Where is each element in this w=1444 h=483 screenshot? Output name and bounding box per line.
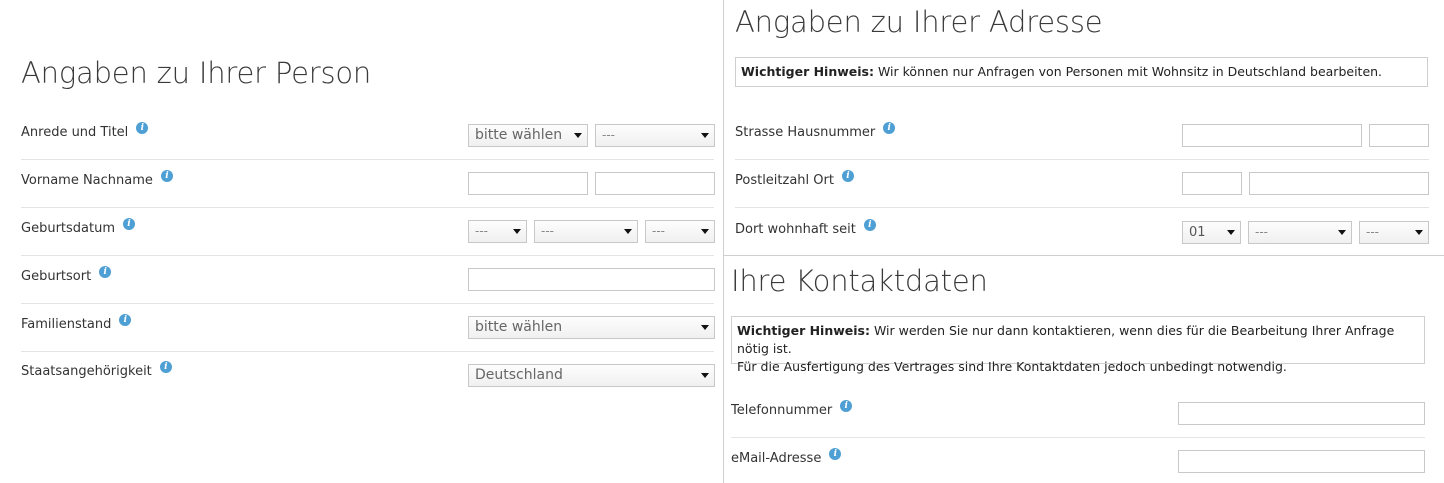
info-icon[interactable]: i <box>160 170 173 182</box>
plz-ort-label: Postleitzahl Ort i <box>735 170 854 188</box>
email-input[interactable] <box>1178 450 1425 473</box>
info-icon[interactable]: i <box>159 361 172 373</box>
info-icon[interactable]: i <box>136 122 149 134</box>
chevron-down-icon <box>701 133 709 138</box>
seit-monat-select[interactable]: --- <box>1248 221 1352 244</box>
wohnhaft-seit-row: Dort wohnhaft seit i 01 --- --- <box>735 208 1429 256</box>
ort-input[interactable] <box>1249 172 1429 195</box>
chevron-down-icon <box>701 325 709 330</box>
familienstand-select[interactable]: bitte wählen <box>468 316 715 339</box>
nachname-input[interactable] <box>595 172 715 195</box>
seit-tag-select[interactable]: 01 <box>1182 221 1241 244</box>
address-notice: Wichtiger Hinweis: Wir können nur Anfrag… <box>735 57 1428 87</box>
geburtsdatum-row: Geburtsdatum i --- --- --- <box>21 208 715 256</box>
strasse-row: Strasse Hausnummer i <box>735 112 1429 160</box>
geburtsort-label: Geburtsort i <box>21 266 112 284</box>
hausnummer-input[interactable] <box>1369 124 1429 147</box>
name-label: Vorname Nachname i <box>21 170 173 188</box>
chevron-down-icon <box>513 229 521 234</box>
info-icon[interactable]: i <box>840 400 853 412</box>
telefon-input[interactable] <box>1178 402 1425 425</box>
chevron-down-icon <box>1415 230 1423 235</box>
info-icon[interactable]: i <box>119 314 132 326</box>
titel-select[interactable]: --- <box>595 124 715 147</box>
contact-section: Ihre Kontaktdaten Wichtiger Hinweis: Wir… <box>724 256 1444 483</box>
address-section: Angaben zu Ihrer Adresse Wichtiger Hinwe… <box>724 0 1444 255</box>
anrede-label: Anrede und Titel i <box>21 122 149 140</box>
email-row: eMail-Adresse i <box>731 438 1425 483</box>
contact-notice: Wichtiger Hinweis: Wir werden Sie nur da… <box>731 316 1425 374</box>
chevron-down-icon <box>701 229 709 234</box>
info-icon[interactable]: i <box>99 266 112 278</box>
name-row: Vorname Nachname i <box>21 160 715 208</box>
strasse-input[interactable] <box>1182 124 1362 147</box>
info-icon[interactable]: i <box>883 122 896 134</box>
info-icon[interactable]: i <box>829 448 842 460</box>
familienstand-label: Familienstand i <box>21 314 132 332</box>
plz-ort-row: Postleitzahl Ort i <box>735 160 1429 208</box>
person-section-title: Angaben zu Ihrer Person <box>21 56 372 90</box>
chevron-down-icon <box>574 133 582 138</box>
staatsangehoerigkeit-select[interactable]: Deutschland <box>468 364 715 387</box>
geburtsdatum-label: Geburtsdatum i <box>21 218 135 236</box>
contact-section-title: Ihre Kontaktdaten <box>731 264 988 298</box>
vorname-input[interactable] <box>468 172 588 195</box>
person-section: Angaben zu Ihrer Person Anrede und Titel… <box>0 0 723 483</box>
chevron-down-icon <box>1338 230 1346 235</box>
strasse-label: Strasse Hausnummer i <box>735 122 896 140</box>
address-section-title: Angaben zu Ihrer Adresse <box>735 5 1103 39</box>
staatsangehoerigkeit-label: Staatsangehörigkeit i <box>21 361 172 379</box>
chevron-down-icon <box>624 229 632 234</box>
geburtstag-select[interactable]: --- <box>468 220 527 243</box>
telefon-row: Telefonnummer i <box>731 390 1425 438</box>
seit-jahr-select[interactable]: --- <box>1359 221 1429 244</box>
anrede-select[interactable]: bitte wählen <box>468 124 588 147</box>
anrede-row: Anrede und Titel i bitte wählen --- <box>21 112 715 160</box>
info-icon[interactable]: i <box>863 219 876 231</box>
chevron-down-icon <box>701 373 709 378</box>
info-icon[interactable]: i <box>123 218 135 230</box>
familienstand-row: Familienstand i bitte wählen <box>21 304 715 352</box>
info-icon[interactable]: i <box>841 170 854 182</box>
geburtsjahr-select[interactable]: --- <box>645 220 715 243</box>
email-label: eMail-Adresse i <box>731 448 842 466</box>
wohnhaft-seit-label: Dort wohnhaft seit i <box>735 219 876 237</box>
geburtsort-row: Geburtsort i <box>21 256 715 304</box>
staatsangehoerigkeit-row: Staatsangehörigkeit i Deutschland <box>21 352 715 400</box>
geburtsort-input[interactable] <box>468 268 715 291</box>
telefon-label: Telefonnummer i <box>731 400 853 418</box>
postleitzahl-input[interactable] <box>1182 172 1242 195</box>
geburtsmonat-select[interactable]: --- <box>534 220 638 243</box>
chevron-down-icon <box>1227 230 1235 235</box>
